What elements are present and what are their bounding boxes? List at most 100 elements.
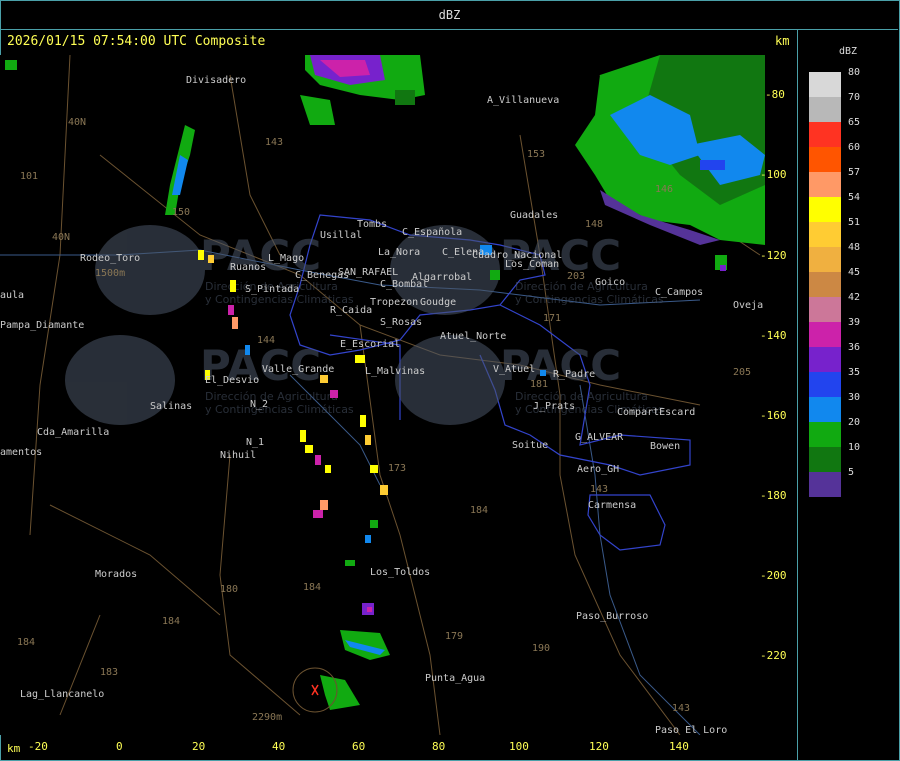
colorbar-swatch (809, 347, 841, 372)
svg-text:Dirección de Agricultura: Dirección de Agricultura (205, 390, 338, 403)
svg-text:143: 143 (265, 137, 283, 148)
colorbar-label: 35 (848, 367, 861, 378)
colorbar-title: dBZ (839, 46, 858, 57)
svg-text:Morados: Morados (95, 569, 137, 580)
x-axis-unit: km (7, 742, 21, 755)
x-tick: 40 (272, 740, 286, 753)
colorbar-label: 36 (848, 342, 861, 353)
colorbar-swatch (809, 272, 841, 297)
svg-text:Soitue: Soitue (512, 440, 548, 451)
svg-text:L_Mago: L_Mago (268, 253, 304, 264)
svg-text:173: 173 (388, 463, 406, 474)
svg-text:Paso_Burroso: Paso_Burroso (576, 611, 648, 622)
svg-text:Paso_El_Loro: Paso_El_Loro (655, 725, 727, 735)
radar-map[interactable]: PACC PACC PACC PACC Dirección de Agricul… (0, 55, 765, 735)
svg-text:143: 143 (672, 703, 690, 714)
svg-text:184: 184 (162, 616, 180, 627)
svg-text:2290m: 2290m (252, 712, 282, 723)
svg-text:1500m: 1500m (95, 268, 125, 279)
svg-text:N_1: N_1 (246, 437, 264, 448)
svg-text:aula: aula (0, 290, 24, 301)
x-tick: 80 (432, 740, 446, 753)
svg-text:Aero_GH: Aero_GH (577, 464, 619, 475)
svg-text:150: 150 (172, 207, 190, 218)
svg-text:Ruanos: Ruanos (230, 262, 266, 273)
svg-text:V_Atuel: V_Atuel (493, 364, 535, 375)
svg-text:183: 183 (100, 667, 118, 678)
svg-text:J_Prats: J_Prats (533, 401, 575, 412)
svg-text:Los_Coman: Los_Coman (505, 259, 559, 270)
svg-text:40N: 40N (52, 232, 70, 243)
svg-text:Pampa_Diamante: Pampa_Diamante (0, 320, 84, 331)
y-tick: -120 (760, 249, 787, 262)
colorbar-swatch (809, 197, 841, 222)
svg-text:180: 180 (220, 584, 238, 595)
svg-text:El_Desvio: El_Desvio (205, 375, 259, 386)
colorbar-swatch (809, 397, 841, 422)
svg-text:S_Pintada: S_Pintada (245, 284, 299, 295)
svg-text:143: 143 (590, 484, 608, 495)
svg-text:190: 190 (532, 643, 550, 654)
colorbar-swatch (809, 247, 841, 272)
colorbar-label: 10 (848, 442, 861, 453)
x-tick: 20 (192, 740, 206, 753)
svg-text:Tombs: Tombs (357, 219, 387, 230)
svg-text:Valle_Grande: Valle_Grande (262, 364, 334, 375)
svg-text:146: 146 (655, 184, 673, 195)
colorbar-swatch (809, 322, 841, 347)
svg-text:184: 184 (470, 505, 488, 516)
colorbar-label: 80 (848, 67, 861, 78)
y-tick: -100 (760, 168, 787, 181)
colorbar-label: 70 (848, 92, 861, 103)
x-tick: 100 (509, 740, 529, 753)
svg-text:Salinas: Salinas (150, 401, 192, 412)
svg-text:153: 153 (527, 149, 545, 160)
y-tick: -180 (760, 489, 787, 502)
colorbar-swatch (809, 372, 841, 397)
svg-text:G_ALVEAR: G_ALVEAR (575, 432, 624, 443)
colorbar-swatch (809, 297, 841, 322)
y-tick: -220 (760, 649, 787, 662)
svg-text:184: 184 (303, 582, 321, 593)
svg-text:184: 184 (17, 637, 35, 648)
svg-text:179: 179 (445, 631, 463, 642)
y-tick: -140 (760, 329, 787, 342)
colorbar-swatch (809, 97, 841, 122)
y-tick: -80 (765, 88, 785, 101)
colorbar (809, 72, 841, 497)
colorbar-label: 30 (848, 392, 861, 403)
svg-text:La_Nora: La_Nora (378, 247, 420, 258)
colorbar-label: 57 (848, 167, 861, 178)
x-tick: 140 (669, 740, 689, 753)
y-tick: -200 (760, 569, 787, 582)
svg-text:181: 181 (530, 379, 548, 390)
y-axis-unit: km (775, 34, 790, 48)
svg-text:101: 101 (20, 171, 38, 182)
svg-text:Oveja: Oveja (733, 300, 763, 311)
svg-text:Carmensa: Carmensa (588, 500, 636, 511)
colorbar-label: 39 (848, 317, 861, 328)
colorbar-label: 5 (848, 467, 855, 478)
svg-text:148: 148 (585, 219, 603, 230)
svg-text:amentos: amentos (0, 447, 42, 458)
colorbar-label: 20 (848, 417, 861, 428)
svg-text:E_Escorial: E_Escorial (340, 339, 400, 350)
svg-text:R_Padre: R_Padre (553, 369, 595, 380)
colorbar-label: 54 (848, 192, 861, 203)
colorbar-swatch (809, 122, 841, 147)
svg-text:C_Bombal: C_Bombal (380, 279, 428, 290)
svg-text:205: 205 (733, 367, 751, 378)
colorbar-swatch (809, 422, 841, 447)
svg-text:y Contingencias Climáticas: y Contingencias Climáticas (205, 403, 354, 416)
x-tick: -20 (28, 740, 48, 753)
svg-text:Rodeo_Toro: Rodeo_Toro (80, 253, 140, 264)
svg-text:Punta_Agua: Punta_Agua (425, 673, 485, 684)
colorbar-swatch (809, 222, 841, 247)
svg-text:144: 144 (257, 335, 275, 346)
colorbar-separator (797, 29, 798, 760)
colorbar-label: 45 (848, 267, 861, 278)
svg-text:Guadales: Guadales (510, 210, 558, 221)
svg-text:Atuel_Norte: Atuel_Norte (440, 331, 506, 342)
svg-text:N_2: N_2 (250, 399, 268, 410)
colorbar-swatch (809, 172, 841, 197)
